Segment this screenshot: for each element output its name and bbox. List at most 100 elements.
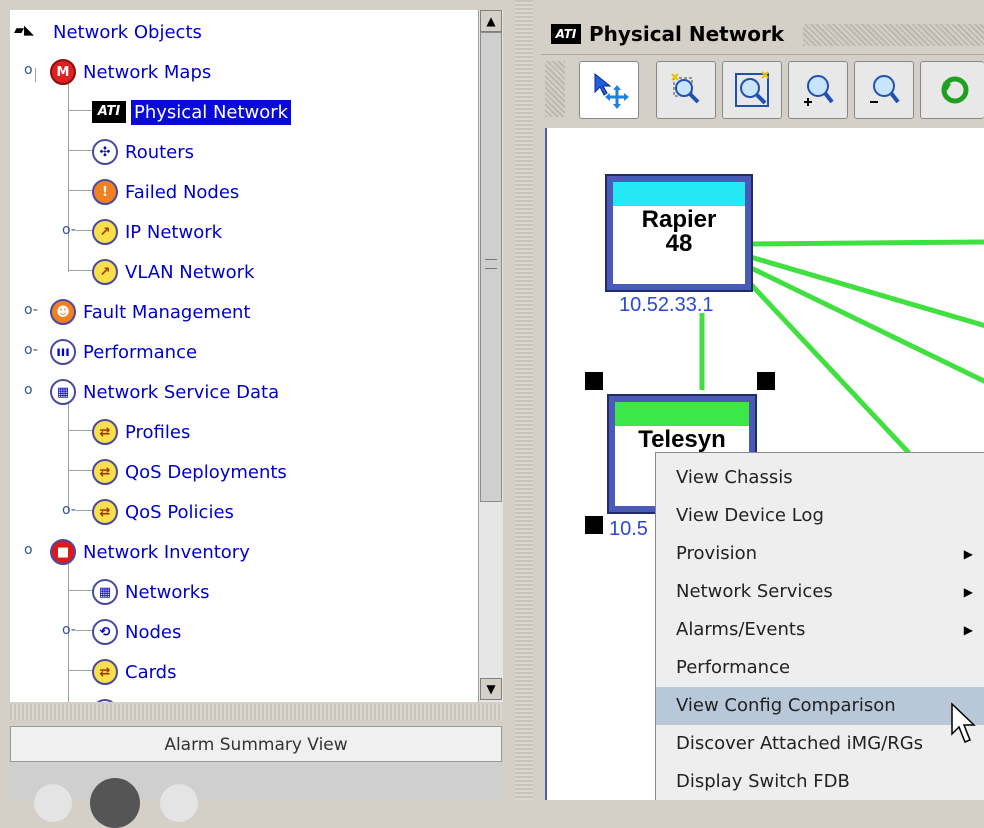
tree-item-network-service-data[interactable]: ▦ Network Service Data [50, 374, 282, 410]
tree-item-performance[interactable]: ııı Performance [50, 334, 200, 370]
qos-icon: ⇄ [92, 459, 118, 485]
tree-item-failed-nodes[interactable]: ! Failed Nodes [92, 174, 242, 210]
tree-label: Nodes [125, 621, 182, 643]
tree-item-fault-management[interactable]: ☻ Fault Management [50, 294, 254, 330]
expand-handle[interactable]: o- [24, 342, 38, 358]
menu-item-label: Performance [676, 657, 791, 678]
tree-item-networks[interactable]: ▦ Networks [92, 574, 213, 610]
toolbar-grip[interactable] [545, 61, 565, 117]
tree-item-qos-policies[interactable]: ⇄ QoS Policies [92, 494, 237, 530]
tree-item-partial[interactable] [92, 694, 122, 702]
tree-item-profiles[interactable]: ⇄ Profiles [92, 414, 193, 450]
tree-label: Routers [125, 141, 195, 163]
tree-line [68, 150, 92, 151]
selection-handle[interactable] [585, 516, 603, 534]
menu-item-label: Network Services [676, 581, 833, 602]
tree-line [68, 590, 92, 591]
nodes-icon: ⟲ [92, 619, 118, 645]
collapse-handle[interactable]: o [24, 382, 33, 398]
vertical-splitter[interactable] [515, 0, 533, 800]
tree-label: Performance [83, 341, 198, 363]
network-link[interactable] [745, 263, 984, 384]
tree-item-vlan-network[interactable]: ↗ VLAN Network [92, 254, 257, 290]
menu-item-performance[interactable]: Performance [656, 649, 984, 687]
menu-item-network-services[interactable]: Network Services ▶ [656, 573, 984, 611]
tree-label: Network Inventory [83, 541, 250, 563]
tree-root-network-objects[interactable]: ▰◣ Network Objects [14, 14, 205, 50]
node-name: Rapier 48 [641, 206, 717, 257]
expand-handle[interactable]: o- [24, 302, 38, 318]
tree-line [68, 470, 92, 471]
zoom-in-button[interactable] [788, 61, 848, 119]
menu-item-label: View Config Comparison [676, 695, 896, 716]
map-title: Physical Network [589, 22, 785, 46]
menu-item-label: Provision [676, 543, 758, 564]
select-move-icon [594, 72, 629, 109]
scroll-thumb[interactable] [480, 32, 502, 502]
menu-item-view-device-log[interactable]: View Device Log [656, 497, 984, 535]
scroll-down-button[interactable]: ▼ [480, 678, 502, 700]
tree-line [68, 110, 92, 111]
collapse-handle[interactable]: o [24, 542, 33, 558]
menu-item-display-switch-fdb[interactable]: Display Switch FDB [656, 763, 984, 801]
submenu-arrow-icon: ▶ [963, 623, 973, 637]
tree-label: Network Service Data [83, 381, 280, 403]
menu-item-view-config-comparison[interactable]: View Config Comparison [656, 687, 984, 725]
menu-item-provision[interactable]: Provision ▶ [656, 535, 984, 573]
submenu-arrow-icon: ▶ [963, 585, 973, 599]
expand-handle[interactable]: o- [62, 622, 76, 638]
ati-logo-icon: ATI [92, 101, 126, 123]
zoom-area-button[interactable] [656, 61, 716, 119]
tree-line [68, 670, 92, 671]
selection-handle[interactable] [757, 372, 775, 390]
map-title-bar: ATI Physical Network [541, 14, 984, 55]
tree-item-network-inventory[interactable]: ■ Network Inventory [50, 534, 253, 570]
menu-item-label: View Chassis [676, 467, 793, 488]
menu-item-alarms-events[interactable]: Alarms/Events ▶ [656, 611, 984, 649]
node-ip-label: 10.52.33.1 [619, 294, 714, 316]
zoom-out-icon [870, 75, 900, 104]
tree-label: Physical Network [131, 99, 292, 125]
tree-label: QoS Deployments [125, 461, 287, 483]
expand-handle[interactable]: o- [62, 222, 76, 238]
tree-line [76, 510, 92, 511]
tree-label: Network Objects [53, 21, 202, 43]
router-icon: ✣ [92, 139, 118, 165]
map-toolbar [541, 55, 984, 125]
select-move-button[interactable] [579, 61, 639, 119]
tree-item-nodes[interactable]: ⟲ Nodes [92, 614, 184, 650]
menu-item-discover-attached[interactable]: Discover Attached iMG/RGs [656, 725, 984, 763]
menu-item-label: Alarms/Events [676, 619, 806, 640]
node-status-bar [613, 182, 745, 206]
tree-item-cards[interactable]: ⇄ Cards [92, 654, 180, 690]
tree-item-physical-network[interactable]: ATI Physical Network [92, 94, 292, 130]
tree-item-ip-network[interactable]: ↗ IP Network [92, 214, 225, 250]
menu-item-view-chassis[interactable]: View Chassis [656, 459, 984, 497]
qos-icon: ⇄ [92, 499, 118, 525]
submenu-arrow-icon: ▶ [963, 547, 973, 561]
warning-icon: ! [92, 179, 118, 205]
zoom-out-button[interactable] [854, 61, 914, 119]
scroll-up-button[interactable]: ▲ [480, 10, 502, 32]
alarm-summary-body [10, 762, 502, 828]
title-grip [803, 24, 984, 46]
bar-chart-icon: ııı [50, 339, 76, 365]
alarm-light-icon [90, 778, 140, 828]
network-node-rapier[interactable]: Rapier 48 [605, 174, 753, 292]
network-link[interactable] [746, 239, 984, 247]
zoom-fit-button[interactable] [722, 61, 782, 119]
tree-line [68, 190, 92, 191]
selection-handle[interactable] [585, 372, 603, 390]
tree-scrollbar[interactable]: ▲ ▼ [478, 10, 503, 702]
collapse-handle[interactable]: o [24, 62, 33, 78]
expand-handle[interactable]: o- [62, 502, 76, 518]
tree-item-qos-deployments[interactable]: ⇄ QoS Deployments [92, 454, 290, 490]
horizontal-splitter[interactable] [10, 704, 502, 720]
tree-item-routers[interactable]: ✣ Routers [92, 134, 197, 170]
refresh-button[interactable] [920, 61, 984, 119]
tree-label: Profiles [125, 421, 191, 443]
tree-line [68, 402, 69, 512]
tree-item-network-maps[interactable]: M Network Maps [50, 54, 214, 90]
ati-logo-icon: ▰◣ [14, 23, 34, 38]
node-ip-label: 10.5 [609, 518, 648, 540]
